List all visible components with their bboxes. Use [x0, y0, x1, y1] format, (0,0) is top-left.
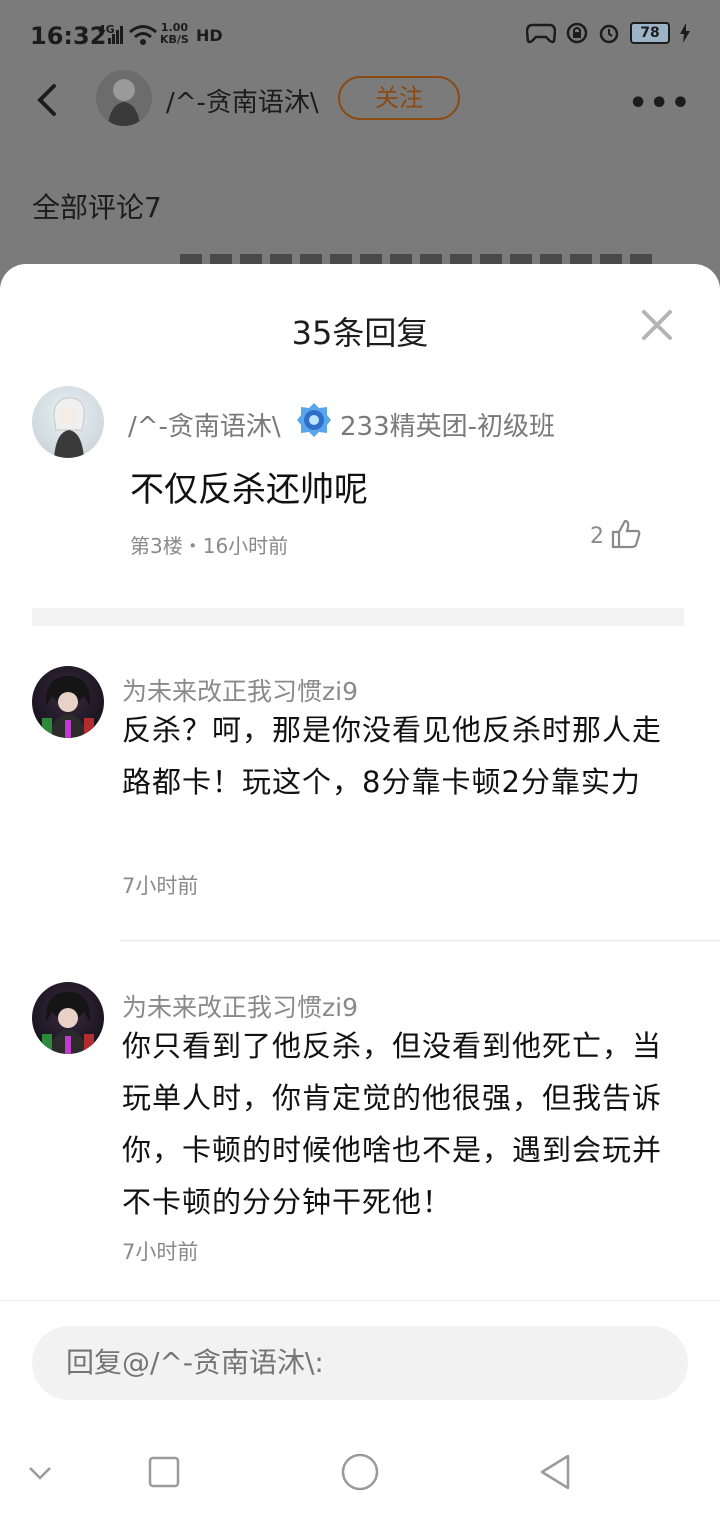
replies-sheet: 35条回复 /^-贪南语沐\ 233精英团-初级班 不仅反杀还帅呢 第3楼・16…: [0, 264, 720, 1520]
status-time: 16:32: [30, 22, 107, 50]
reply-avatar[interactable]: [32, 982, 104, 1054]
reply-avatar[interactable]: [32, 666, 104, 738]
input-divider: [0, 1300, 720, 1301]
reply-time: 7小时前: [122, 874, 199, 898]
reply-username[interactable]: 为未来改正我习惯zi9: [122, 672, 358, 708]
lock-rotation-icon: [566, 22, 588, 44]
follow-button[interactable]: 关注: [338, 76, 460, 120]
main-comment-text: 不仅反杀还帅呢: [130, 470, 368, 510]
section-divider: [32, 608, 684, 626]
header-avatar-image: [108, 79, 140, 126]
system-nav-bar: [0, 1430, 720, 1520]
recent-apps-icon[interactable]: [142, 1450, 186, 1494]
reply-username[interactable]: 为未来改正我习惯zi9: [122, 988, 358, 1024]
main-avatar-image: [53, 397, 85, 458]
speed-unit: KB/S: [160, 33, 189, 46]
reply-avatar-image: [42, 676, 94, 738]
thumbs-up-icon[interactable]: [610, 518, 642, 550]
like-count: 2: [590, 524, 604, 549]
signal-icon: [108, 26, 123, 44]
reply-input[interactable]: [32, 1326, 688, 1400]
reply-time: 7小时前: [122, 1240, 199, 1264]
more-options-icon[interactable]: •••: [628, 86, 692, 121]
main-comment-avatar[interactable]: [32, 386, 104, 458]
network-speed: 1.00 KB/S: [160, 22, 189, 46]
badge-icon: [297, 403, 331, 437]
status-icons-right: 78: [526, 22, 690, 44]
main-comment-username[interactable]: /^-贪南语沐\: [128, 406, 281, 443]
back-triangle-icon[interactable]: [534, 1450, 578, 1494]
main-comment-meta: 第3楼・16小时前: [130, 534, 289, 558]
alarm-icon: [599, 24, 619, 44]
hd-indicator: HD: [196, 26, 223, 45]
back-arrow-icon[interactable]: [30, 80, 66, 120]
header-avatar[interactable]: [96, 70, 152, 126]
top-nav: /^-贪南语沐\ 关注 •••: [0, 70, 720, 130]
reply-text: 反杀？呵，那是你没看见他反杀时那人走路都卡！玩这个，8分靠卡顿2分靠实力: [122, 713, 663, 799]
close-icon[interactable]: [640, 308, 674, 342]
reply-avatar-image: [42, 992, 94, 1054]
header-username[interactable]: /^-贪南语沐\: [166, 82, 319, 119]
badge-label: 233精英团-初级班: [340, 412, 556, 442]
status-bar: 16:32 4G 1.00 KB/S HD 78: [0, 0, 720, 72]
reply-separator: [120, 940, 720, 941]
sheet-title: 35条回复: [291, 314, 429, 352]
chevron-down-icon[interactable]: [18, 1450, 62, 1494]
home-icon[interactable]: [338, 1450, 382, 1494]
reply-text: 你只看到了他反杀，但没看到他死亡，当玩单人时，你肯定觉的他很强，但我告诉你，卡顿…: [122, 1029, 663, 1219]
all-comments-heading: 全部评论7: [32, 191, 162, 224]
battery-indicator: 78: [630, 22, 670, 44]
wifi-icon: [129, 25, 157, 45]
charging-icon: [680, 23, 690, 43]
game-controller-icon: [526, 23, 556, 44]
